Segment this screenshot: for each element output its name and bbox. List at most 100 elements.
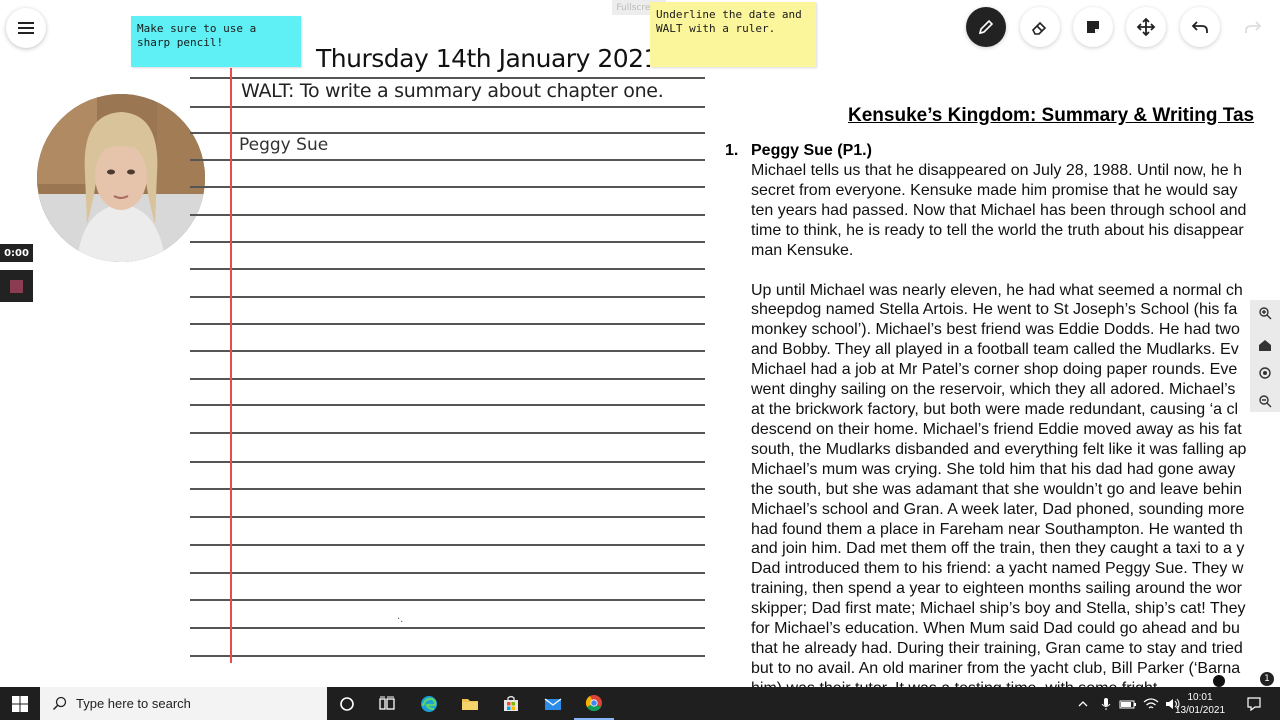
notification-center-button[interactable]: [1240, 687, 1268, 720]
walt-text: WALT: To write a summary about chapter o…: [241, 80, 664, 102]
chrome-icon: [585, 694, 602, 711]
document-line: sheepdog named Stella Artois. He went to…: [751, 301, 1238, 319]
sticky-note-pencil[interactable]: Make sure to use a sharp pencil!: [131, 16, 301, 67]
document-line: Michael’s school and Gran. A week later,…: [751, 500, 1245, 518]
hamburger-icon: [18, 22, 34, 34]
cortana-icon: [340, 696, 354, 711]
document-line: at the brickwork factory, but both were …: [751, 401, 1239, 419]
mail-button[interactable]: [533, 687, 573, 720]
document-line: Michael tells us that he disappeared on …: [751, 162, 1242, 179]
ruled-line: [190, 241, 705, 243]
cortana-button[interactable]: [327, 687, 367, 720]
document-line: descend on their home. Michael’s friend …: [751, 420, 1242, 438]
eraser-icon: [1032, 21, 1047, 35]
eraser-tool-button[interactable]: [1020, 7, 1060, 47]
microphone-icon[interactable]: [1100, 697, 1112, 711]
ruled-line: [190, 432, 705, 434]
taskbar-clock[interactable]: 10:01 13/01/2021: [1172, 687, 1228, 720]
document-line: training, then spend a year to eighteen …: [751, 580, 1242, 598]
ruled-line: [190, 268, 705, 270]
chevron-up-icon[interactable]: [1076, 697, 1090, 711]
chrome-button[interactable]: [574, 687, 614, 720]
home-button[interactable]: [1256, 336, 1274, 354]
edge-button[interactable]: [409, 687, 449, 720]
ruled-line: [190, 159, 705, 161]
page-title: Thursday 14th January 2021: [316, 44, 659, 73]
webcam-feed: [37, 94, 205, 262]
document-line: the south, but she was adamant that she …: [751, 480, 1243, 498]
search-placeholder: Type here to search: [76, 696, 191, 711]
document-line: Up until Michael was nearly eleven, he h…: [751, 281, 1243, 299]
document-line: had found them a place in Fareham near S…: [751, 520, 1243, 538]
ruled-line: [190, 106, 705, 108]
ruled-line: [190, 655, 705, 657]
document-line: secret from everyone. Kensuke made him p…: [751, 181, 1238, 199]
document-title: Kensuke’s Kingdom: Summary & Writing Tas: [848, 105, 1255, 126]
ruled-line: [190, 132, 705, 134]
zoom-out-icon: [1259, 395, 1272, 408]
ruled-line: [190, 214, 705, 216]
subheading: Peggy Sue: [239, 135, 329, 155]
notification-icon: [1247, 696, 1261, 711]
section-title: Peggy Sue (P1.): [751, 142, 872, 159]
ruled-line: [190, 296, 705, 298]
undo-button[interactable]: [1180, 7, 1220, 47]
mail-icon: [544, 698, 562, 710]
section-number: 1.: [725, 142, 739, 159]
document-line: Michael’s mum was crying. She told him t…: [751, 460, 1236, 478]
store-icon: [504, 695, 518, 711]
taskbar-search[interactable]: Type here to search: [40, 687, 327, 720]
ruled-line: [190, 404, 705, 406]
stop-recording-button[interactable]: [0, 270, 33, 302]
ruled-line: [190, 627, 705, 629]
locate-button[interactable]: [1256, 364, 1274, 382]
undo-icon: [1191, 21, 1208, 33]
document-line: skipper; Dad first mate; Michael ship’s …: [751, 600, 1246, 618]
ruled-line: [190, 350, 705, 352]
pen-tool-button[interactable]: [966, 7, 1006, 47]
document-line: and Bobby. They all played in a football…: [751, 341, 1239, 359]
zoom-controls: [1250, 300, 1280, 412]
wifi-icon[interactable]: [1143, 697, 1159, 711]
cursor-dot: [1213, 675, 1225, 687]
move-tool-button[interactable]: [1126, 7, 1166, 47]
ruled-line: [190, 572, 705, 574]
ruled-line: [190, 77, 705, 79]
sticky-note-underline[interactable]: Underline the date and WALT with a ruler…: [650, 2, 816, 67]
document-line: and join him. Dad met them off the train…: [751, 540, 1245, 558]
home-icon: [1259, 340, 1271, 351]
zoom-in-icon: [1259, 307, 1272, 320]
redo-icon: [1245, 21, 1262, 33]
document-line: south, the Mudlarks disbanded and everyt…: [751, 440, 1247, 458]
file-explorer-button[interactable]: [450, 687, 490, 720]
document-line: Michael had a job at Mr Patel’s corner s…: [751, 361, 1238, 379]
menu-button[interactable]: [6, 8, 46, 48]
task-view-button[interactable]: [367, 687, 407, 720]
file-explorer-icon: [462, 698, 478, 710]
notification-badge: 1: [1260, 672, 1274, 686]
document-line: monkey school’). Michael’s best friend w…: [751, 321, 1240, 339]
pen-icon: [978, 19, 994, 35]
edge-icon: [421, 695, 437, 712]
clock-date: 13/01/2021: [1174, 704, 1226, 716]
start-button[interactable]: [0, 687, 40, 720]
document-line: man Kensuke.: [751, 241, 854, 259]
redo-button[interactable]: [1233, 7, 1273, 47]
document-line: went dinghy sailing on the reservoir, wh…: [751, 381, 1236, 399]
locate-icon: [1259, 367, 1271, 379]
ruled-line: [190, 544, 705, 546]
sticky-note-icon: [1087, 21, 1099, 33]
battery-icon[interactable]: [1119, 697, 1137, 711]
store-button[interactable]: [491, 687, 531, 720]
document-line: for Michael’s education. When Mum said D…: [751, 620, 1240, 638]
ruled-line: [190, 461, 705, 463]
system-tray: [1070, 687, 1184, 720]
sticky-note-tool-button[interactable]: [1073, 7, 1113, 47]
zoom-in-button[interactable]: [1256, 304, 1274, 322]
ruled-line: [190, 186, 705, 188]
pencil-mark: ·.: [397, 614, 404, 625]
margin-line: [230, 68, 232, 663]
search-icon: [52, 696, 67, 711]
document-line: time to think, he is ready to tell the w…: [751, 221, 1244, 239]
zoom-out-button[interactable]: [1256, 392, 1274, 410]
